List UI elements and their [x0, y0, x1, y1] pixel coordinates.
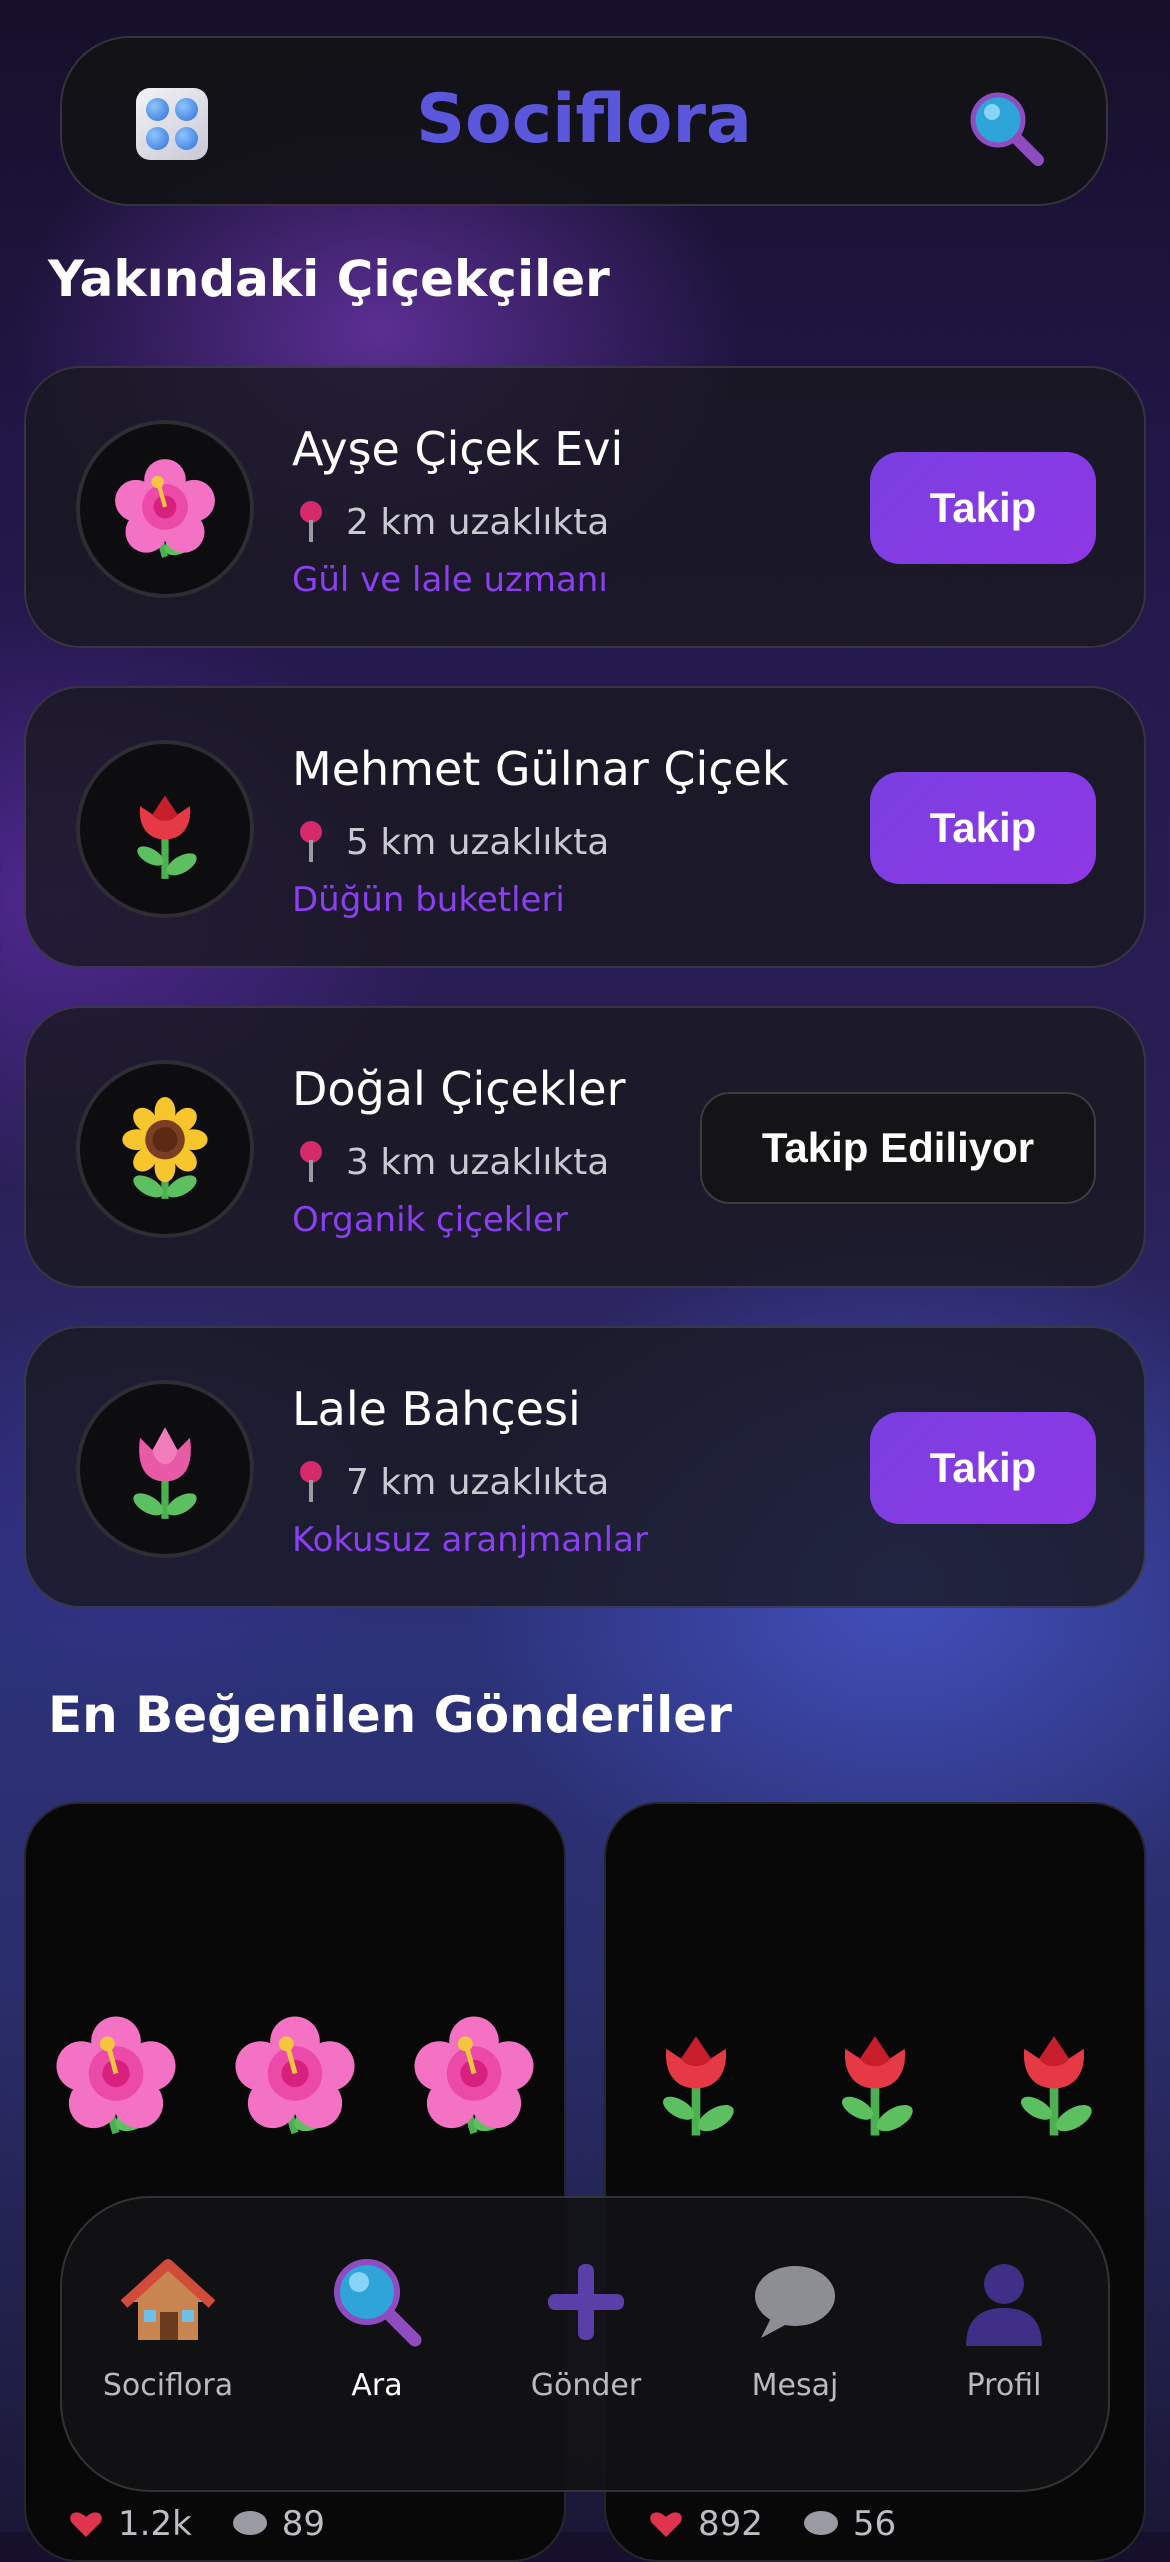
nav-item-profile[interactable]: Profil	[904, 2254, 1104, 2403]
pin-icon	[300, 821, 322, 862]
comment-icon[interactable]	[803, 2509, 839, 2539]
post-image[interactable]	[606, 2014, 1144, 2138]
distance-text: 7 km uzaklıkta	[346, 1461, 610, 1503]
shop-tagline: Gül ve lale uzmanı	[292, 560, 608, 600]
shop-name: Mehmet Gülnar Çiçek	[292, 742, 789, 796]
shop-distance: 7 km uzaklıkta	[298, 1460, 609, 1504]
tulip-icon	[113, 1417, 217, 1521]
comments-count: 89	[281, 2504, 326, 2544]
heart-icon[interactable]	[648, 2509, 684, 2539]
likes-count: 1.2k	[118, 2504, 192, 2544]
shop-name: Ayşe Çiçek Evi	[292, 422, 624, 476]
shop-card[interactable]: Lale Bahçesi 7 km uzaklıkta Kokusuz aran…	[24, 1326, 1146, 1608]
nav-item-post[interactable]: Gönder	[486, 2254, 686, 2403]
app-title: Sociflora	[416, 80, 752, 159]
pin-icon	[300, 501, 322, 542]
nav-item-messages[interactable]: Mesaj	[695, 2254, 895, 2403]
shop-avatar	[76, 1380, 254, 1558]
post-image[interactable]	[26, 2014, 564, 2138]
comments-count: 56	[852, 2504, 897, 2544]
heart-icon[interactable]	[68, 2509, 104, 2539]
person-icon	[966, 2264, 1042, 2346]
shop-avatar	[76, 420, 254, 598]
shop-tagline: Kokusuz aranjmanlar	[292, 1520, 648, 1560]
distance-text: 2 km uzaklıkta	[346, 501, 610, 543]
shop-distance: 2 km uzaklıkta	[298, 500, 609, 544]
follow-button[interactable]: Takip	[870, 452, 1096, 564]
hibiscus-icon	[233, 2014, 357, 2138]
post-stats: 892 56	[648, 2504, 896, 2544]
shop-card[interactable]: Doğal Çiçekler 3 km uzaklıkta Organik çi…	[24, 1006, 1146, 1288]
nav-label: Sociflora	[102, 2368, 234, 2403]
nearby-section-title: Yakındaki Çiçekçiler	[48, 250, 610, 308]
pin-icon	[300, 1141, 322, 1182]
nav-label: Ara	[351, 2368, 403, 2403]
shop-name: Doğal Çiçekler	[292, 1062, 626, 1116]
likes-count: 892	[698, 2504, 763, 2544]
follow-button[interactable]: Takip	[870, 772, 1096, 884]
pin-icon	[300, 1461, 322, 1502]
top-bar: Sociflora	[60, 36, 1108, 206]
rose-icon	[113, 777, 217, 881]
nav-item-home[interactable]: Sociflora	[68, 2254, 268, 2403]
house-icon	[120, 2259, 216, 2340]
rose-icon	[813, 2014, 937, 2138]
distance-text: 5 km uzaklıkta	[346, 821, 610, 863]
popular-section-title: En Beğenilen Gönderiler	[48, 1686, 732, 1744]
follow-button[interactable]: Takip	[870, 1412, 1096, 1524]
shop-distance: 5 km uzaklıkta	[298, 820, 609, 864]
following-button[interactable]: Takip Ediliyor	[700, 1092, 1096, 1204]
shop-card[interactable]: Ayşe Çiçek Evi 2 km uzaklıkta Gül ve lal…	[24, 366, 1146, 648]
shop-tagline: Organik çiçekler	[292, 1200, 568, 1240]
shop-avatar	[76, 740, 254, 918]
shop-card[interactable]: Mehmet Gülnar Çiçek 5 km uzaklıkta Düğün…	[24, 686, 1146, 968]
rose-icon	[634, 2014, 758, 2138]
post-stats: 1.2k 89	[68, 2504, 325, 2544]
shop-avatar	[76, 1060, 254, 1238]
nav-item-search[interactable]: Ara	[277, 2254, 477, 2403]
nav-label: Mesaj	[751, 2368, 839, 2403]
hibiscus-icon	[412, 2014, 536, 2138]
hibiscus-icon	[54, 2014, 178, 2138]
sunflower-icon	[113, 1097, 217, 1201]
rose-icon	[992, 2014, 1116, 2138]
distance-text: 3 km uzaklıkta	[346, 1141, 610, 1183]
nav-label: Profil	[966, 2368, 1042, 2403]
search-icon	[334, 2259, 422, 2347]
nav-label: Gönder	[530, 2368, 642, 2403]
plus-icon	[548, 2264, 624, 2340]
comment-icon[interactable]	[232, 2509, 268, 2539]
hibiscus-icon	[113, 457, 217, 561]
shop-tagline: Düğün buketleri	[292, 880, 565, 920]
bottom-navigation: Sociflora Ara Gönder Mesaj Profil	[60, 2196, 1110, 2492]
shop-distance: 3 km uzaklıkta	[298, 1140, 609, 1184]
speech-bubble-icon	[755, 2266, 835, 2338]
shop-name: Lale Bahçesi	[292, 1382, 581, 1436]
magnifier-icon[interactable]	[966, 88, 1046, 168]
